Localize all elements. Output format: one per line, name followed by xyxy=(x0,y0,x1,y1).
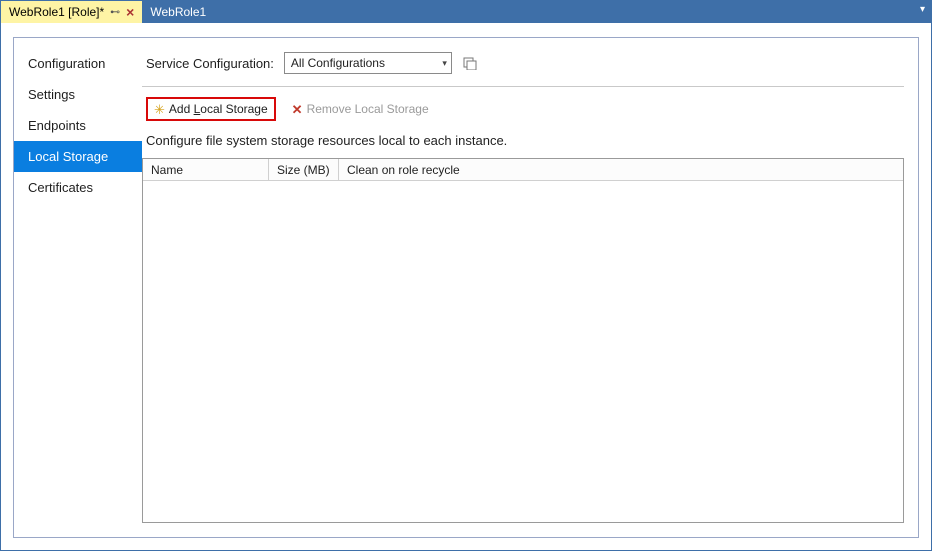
add-label: Add Local Storage xyxy=(169,102,268,116)
description-text: Configure file system storage resources … xyxy=(146,133,904,148)
remove-local-storage-button: ✕ Remove Local Storage xyxy=(286,99,435,119)
sidebar-item-local-storage[interactable]: Local Storage xyxy=(14,141,142,172)
close-icon[interactable]: × xyxy=(126,5,134,19)
remove-icon: ✕ xyxy=(292,103,303,116)
sidebar-item-settings[interactable]: Settings xyxy=(14,79,142,110)
local-storage-grid[interactable]: Name Size (MB) Clean on role recycle xyxy=(142,158,904,523)
pin-icon[interactable]: ⊷ xyxy=(110,7,120,18)
manage-configurations-icon[interactable] xyxy=(462,55,478,71)
category-sidebar: Configuration Settings Endpoints Local S… xyxy=(14,38,142,537)
document-tab-strip: WebRole1 [Role]* ⊷ × WebRole1 ▾ xyxy=(1,1,931,23)
grid-body[interactable] xyxy=(143,181,903,522)
add-local-storage-button[interactable]: ✳ Add Local Storage xyxy=(146,97,276,121)
local-storage-toolbar: ✳ Add Local Storage ✕ Remove Local Stora… xyxy=(146,97,904,121)
column-header-size[interactable]: Size (MB) xyxy=(269,159,339,180)
tab-webrole1-role[interactable]: WebRole1 [Role]* ⊷ × xyxy=(1,1,142,23)
remove-label: Remove Local Storage xyxy=(307,102,429,116)
service-config-select[interactable]: All Configurations ▾ xyxy=(284,52,452,74)
sidebar-item-certificates[interactable]: Certificates xyxy=(14,172,142,203)
main-pane: Service Configuration: All Configuration… xyxy=(142,38,918,537)
tab-label: WebRole1 xyxy=(150,5,206,19)
tab-overflow-icon[interactable]: ▾ xyxy=(920,4,925,15)
column-header-name[interactable]: Name xyxy=(143,159,269,180)
sidebar-item-configuration[interactable]: Configuration xyxy=(14,48,142,79)
column-header-clean[interactable]: Clean on role recycle xyxy=(339,159,903,180)
service-config-row: Service Configuration: All Configuration… xyxy=(146,52,904,86)
add-icon: ✳ xyxy=(154,103,165,116)
role-editor-panel: Configuration Settings Endpoints Local S… xyxy=(13,37,919,538)
divider xyxy=(142,86,904,87)
service-config-value: All Configurations xyxy=(291,56,385,70)
service-config-label: Service Configuration: xyxy=(146,56,274,71)
tab-webrole1[interactable]: WebRole1 xyxy=(142,1,214,23)
editor-window: WebRole1 [Role]* ⊷ × WebRole1 ▾ Configur… xyxy=(0,0,932,551)
chevron-down-icon: ▾ xyxy=(442,58,447,69)
content-area: Configuration Settings Endpoints Local S… xyxy=(1,23,931,550)
tab-label: WebRole1 [Role]* xyxy=(9,5,104,19)
grid-header: Name Size (MB) Clean on role recycle xyxy=(143,159,903,181)
sidebar-item-endpoints[interactable]: Endpoints xyxy=(14,110,142,141)
